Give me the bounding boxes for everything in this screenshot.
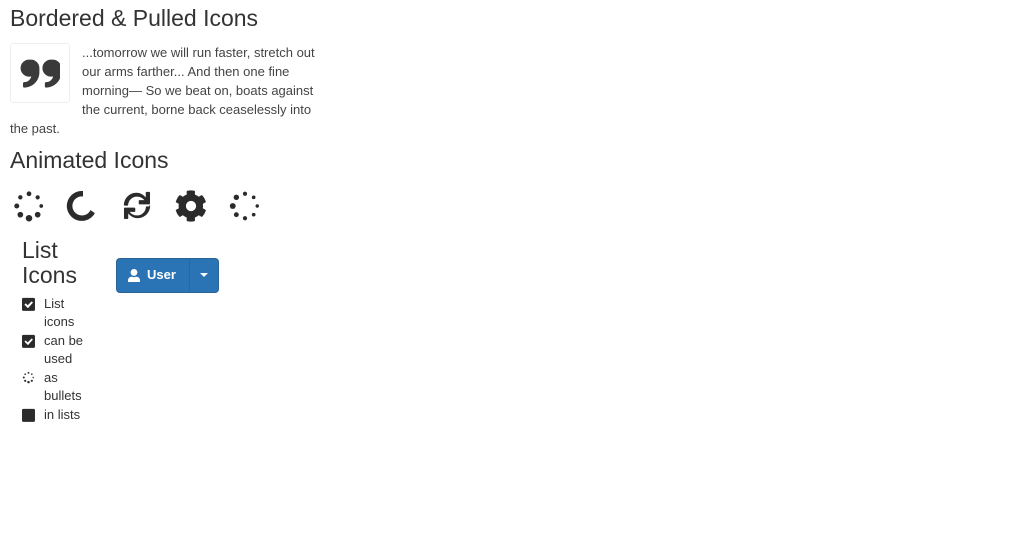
section-bordered-pulled-icons: Bordered & Pulled Icons ...tomorrow we w… <box>10 5 322 138</box>
quote-left-icon <box>10 43 70 104</box>
user-button[interactable]: User <box>116 258 189 293</box>
caret-down-icon <box>199 273 208 278</box>
section-animated-icons: Animated Icons <box>10 147 430 225</box>
list-item-label: List icons <box>44 295 75 330</box>
cog-icon <box>172 187 210 225</box>
user-icon <box>128 268 140 283</box>
user-split-button-group: User <box>116 258 219 293</box>
list-item-label: in lists <box>44 406 81 422</box>
sync-icon <box>118 187 156 225</box>
list-item: List icons <box>22 295 96 332</box>
icon-list: List icons can be used as bullets in lis… <box>22 295 96 425</box>
check-square-icon <box>22 297 35 311</box>
bordered-section-heading: Bordered & Pulled Icons <box>10 5 259 31</box>
list-item-label: can be used <box>44 332 84 367</box>
user-dropdown-toggle[interactable] <box>188 258 219 293</box>
quote-block: ...tomorrow we will run faster, stretch … <box>10 43 322 138</box>
spinner-icon <box>22 371 35 384</box>
user-button-label: User <box>147 267 176 282</box>
page-root: Bordered & Pulled Icons ...tomorrow we w… <box>0 0 1024 555</box>
spinner-icon <box>10 187 48 225</box>
list-item-label: as bullets <box>44 369 82 404</box>
list-item: can be used <box>22 332 96 369</box>
animated-icons-row <box>10 183 430 225</box>
animated-section-heading: Animated Icons <box>10 147 169 173</box>
list-item: in lists <box>22 406 96 425</box>
spinner-pulse-icon <box>226 187 264 225</box>
circle-notch-icon <box>64 187 102 225</box>
square-icon <box>22 408 35 422</box>
list-item: as bullets <box>22 369 96 406</box>
check-square-icon <box>22 334 35 348</box>
section-list-icons: List Icons List icons can be used as bul… <box>22 237 96 425</box>
list-section-heading: List Icons <box>22 237 77 289</box>
